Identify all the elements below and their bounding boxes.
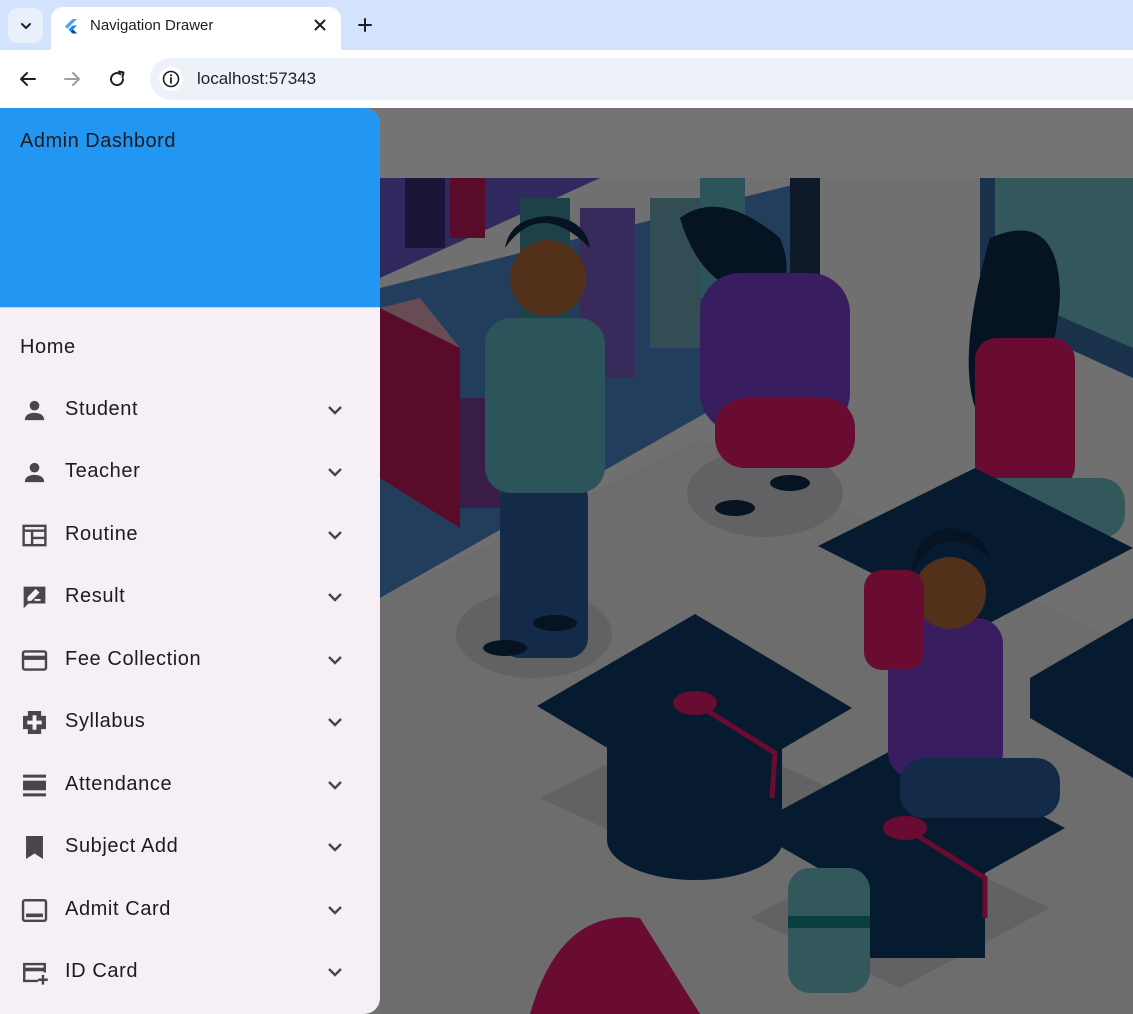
reload-button[interactable] (103, 65, 131, 93)
drawer-item-label: ID Card (65, 960, 139, 982)
drawer-item-label: Routine (65, 523, 139, 545)
address-bar[interactable]: localhost:57343 (150, 58, 1133, 100)
drawer-item-admit-card[interactable]: Admit Card (0, 879, 380, 941)
tab-list-button[interactable] (8, 8, 43, 43)
drawer-item-label: Teacher (65, 460, 141, 482)
drawer-item-label: Student (65, 398, 139, 420)
rate-review-icon (23, 586, 46, 609)
reload-icon (110, 70, 125, 87)
new-tab-button[interactable] (352, 12, 378, 38)
drawer-item-home[interactable]: Home (0, 316, 380, 380)
browser-tab-strip: Navigation Drawer (0, 0, 1133, 50)
laptop-icon (21, 899, 48, 922)
chevron-down-icon[interactable] (323, 773, 347, 797)
close-tab-button[interactable] (310, 15, 330, 35)
drawer-item-attendance[interactable]: Attendance (0, 754, 380, 816)
chevron-down-icon[interactable] (323, 710, 347, 734)
calendar-view-day-icon (23, 774, 46, 797)
chevron-down-icon[interactable] (323, 523, 347, 547)
chevron-down-icon[interactable] (323, 960, 347, 984)
chevron-down-icon (20, 22, 31, 29)
forward-button[interactable] (58, 65, 86, 93)
chevron-down-icon[interactable] (323, 585, 347, 609)
drawer-item-result[interactable]: Result (0, 566, 380, 628)
chevron-down-icon[interactable] (323, 648, 347, 672)
chevron-down-icon[interactable] (323, 398, 347, 422)
drawer-item-id-card[interactable]: ID Card (0, 941, 380, 1003)
drawer-item-label: Syllabus (65, 710, 146, 732)
drawer-item-student[interactable]: Student (0, 379, 380, 441)
drawer-header-title: Admin Dashbord (20, 130, 176, 152)
drawer-item-subject-add[interactable]: Subject Add (0, 816, 380, 878)
table-layout-icon (22, 524, 47, 547)
flutter-icon (65, 19, 77, 34)
drawer-item-label: Home (20, 336, 76, 358)
app-viewport: Admin Dashbord Home Student Teacher Rout… (0, 108, 1133, 1014)
drawer-item-label: Fee Collection (65, 648, 202, 670)
browser-toolbar: localhost:57343 (0, 50, 1133, 108)
drawer-item-label: Subject Add (65, 835, 179, 857)
plus-icon (358, 18, 372, 32)
tab-title: Navigation Drawer (90, 17, 214, 34)
credit-card-icon (21, 650, 48, 671)
url-text: localhost:57343 (197, 69, 317, 88)
drawer-item-label: Attendance (65, 773, 173, 795)
drawer-header: Admin Dashbord (0, 108, 380, 308)
arrow-left-icon (20, 72, 36, 86)
drawer-item-fee-collection[interactable]: Fee Collection (0, 629, 380, 691)
bookmark-icon (26, 836, 43, 859)
drawer-item-syllabus[interactable]: Syllabus (0, 691, 380, 753)
site-info-button[interactable] (159, 67, 183, 91)
chevron-down-icon[interactable] (323, 898, 347, 922)
drawer-item-routine[interactable]: Routine (0, 504, 380, 566)
drawer-item-label: Result (65, 585, 126, 607)
chevron-down-icon[interactable] (323, 460, 347, 484)
arrow-right-icon (64, 72, 80, 86)
drawer-item-label: Admit Card (65, 898, 172, 920)
person-icon (24, 462, 45, 483)
browser-tab-active[interactable]: Navigation Drawer (51, 7, 341, 50)
medical-services-icon (23, 711, 46, 734)
back-button[interactable] (14, 65, 42, 93)
drawer-item-teacher[interactable]: Teacher (0, 441, 380, 503)
info-icon (162, 70, 180, 88)
navigation-drawer: Admin Dashbord Home Student Teacher Rout… (0, 108, 380, 1014)
close-icon (314, 19, 326, 31)
chevron-down-icon[interactable] (323, 835, 347, 859)
person-icon (24, 400, 45, 421)
add-card-icon (23, 962, 48, 985)
